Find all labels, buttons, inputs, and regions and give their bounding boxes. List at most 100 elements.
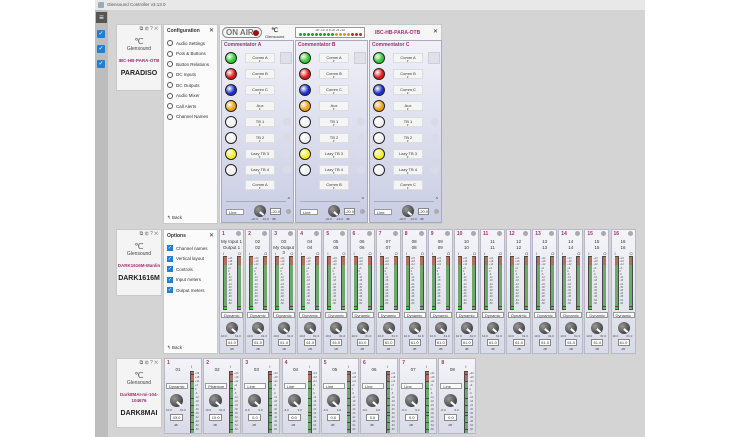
gear-icon[interactable]: [523, 231, 528, 236]
config-item[interactable]: Audio Settings: [167, 38, 214, 49]
config-item[interactable]: Pots & Buttons: [167, 49, 214, 60]
mode-select[interactable]: Phantom: [205, 383, 227, 389]
channel-name[interactable]: 05: [322, 367, 348, 372]
key-label-dropdown[interactable]: Lazy TB 4: [245, 165, 275, 175]
radio-button[interactable]: [167, 61, 173, 67]
gear-icon[interactable]: [497, 231, 502, 236]
input-name[interactable]: 11: [481, 239, 504, 244]
mode-select[interactable]: Line: [401, 383, 423, 389]
gear-icon[interactable]: [288, 231, 293, 236]
key-button[interactable]: [299, 84, 311, 96]
gear-icon[interactable]: [393, 231, 398, 236]
input-name[interactable]: 16: [612, 239, 635, 244]
option-item[interactable]: ✓Controls: [167, 264, 214, 275]
config-item[interactable]: Channel Names: [167, 112, 214, 123]
mode-select[interactable]: Dynamic: [430, 312, 452, 318]
gear-icon[interactable]: [367, 231, 372, 236]
channel-name[interactable]: 02: [204, 367, 230, 372]
key-button[interactable]: [373, 100, 385, 112]
key-button[interactable]: [225, 148, 237, 160]
input-name[interactable]: 02: [246, 239, 269, 244]
key-label-dropdown[interactable]: TB 1: [319, 117, 349, 127]
radio-button[interactable]: [167, 103, 173, 109]
output-name[interactable]: 15: [585, 245, 608, 250]
output-name[interactable]: 13: [533, 245, 556, 250]
gain-knob[interactable]: [254, 205, 266, 217]
close-icon[interactable]: ✕: [209, 27, 214, 34]
output-name[interactable]: 12: [507, 245, 530, 250]
checkbox[interactable]: ✓: [167, 266, 173, 272]
key-button[interactable]: [373, 148, 385, 160]
key-square-button[interactable]: [354, 52, 366, 64]
key-label-dropdown[interactable]: TB 2: [245, 133, 275, 143]
on-air-button[interactable]: ON AIR: [222, 27, 262, 38]
device-checkbox-1[interactable]: ✓: [97, 30, 105, 38]
key-label-dropdown[interactable]: Comm A: [393, 53, 423, 63]
gain-knob[interactable]: [513, 322, 525, 334]
config-item[interactable]: Call Alerts: [167, 101, 214, 112]
bottom-key[interactable]: Comm B: [319, 180, 349, 190]
mode-select[interactable]: Line: [440, 383, 462, 389]
bottom-key[interactable]: Comm C: [393, 180, 423, 190]
gain-knob[interactable]: [304, 322, 316, 334]
key-label-dropdown[interactable]: Comm B: [393, 69, 423, 79]
gain-knob[interactable]: [409, 322, 421, 334]
gain-knob[interactable]: [278, 322, 290, 334]
gain-knob[interactable]: [248, 394, 261, 407]
input-name[interactable]: 09: [429, 239, 452, 244]
gear-icon[interactable]: [262, 231, 267, 236]
gain-knob[interactable]: [328, 205, 340, 217]
output-name[interactable]: 06: [351, 245, 374, 250]
gain-knob[interactable]: [366, 394, 379, 407]
key-button[interactable]: [299, 132, 311, 144]
source-select[interactable]: Line: [300, 209, 318, 215]
key-label-dropdown[interactable]: TB 1: [245, 117, 275, 127]
option-item[interactable]: ✓Vertical layout: [167, 254, 214, 265]
gain-knob[interactable]: [170, 394, 183, 407]
gain-knob[interactable]: [539, 322, 551, 334]
key-button[interactable]: [299, 164, 311, 176]
option-item[interactable]: ✓Channel names: [167, 243, 214, 254]
mode-select[interactable]: Dynamic: [508, 312, 530, 318]
mode-select[interactable]: Dynamic: [166, 383, 188, 389]
gain-knob[interactable]: [209, 394, 222, 407]
gain-knob[interactable]: [435, 322, 447, 334]
key-label-dropdown[interactable]: Lazy TB 4: [319, 165, 349, 175]
gain-knob[interactable]: [288, 394, 301, 407]
key-button[interactable]: [373, 164, 385, 176]
device-card-dark8mai[interactable]: ⧉ ⚙ ? ✕ ℃Glensound Dark8MAI-mi-104-10467…: [116, 358, 162, 428]
checkbox[interactable]: ✓: [167, 256, 173, 262]
input-name[interactable]: 14: [559, 239, 582, 244]
gain-knob[interactable]: [405, 394, 418, 407]
source-select[interactable]: Line: [374, 209, 392, 215]
input-name[interactable]: 12: [507, 239, 530, 244]
gear-icon[interactable]: [471, 231, 476, 236]
hamburger-icon[interactable]: ≡: [96, 12, 107, 23]
card-tools[interactable]: ⧉ ⚙ ? ✕: [117, 359, 161, 368]
config-item[interactable]: DC Inputs: [167, 70, 214, 81]
gain-knob[interactable]: [357, 322, 369, 334]
gear-icon[interactable]: [601, 231, 606, 236]
bottom-key[interactable]: Comm A: [245, 180, 275, 190]
gear-icon[interactable]: [445, 231, 450, 236]
output-name[interactable]: 07: [377, 245, 400, 250]
key-label-dropdown[interactable]: Comm C: [319, 85, 349, 95]
mode-select[interactable]: Dynamic: [404, 312, 426, 318]
channel-name[interactable]: 01: [165, 367, 191, 372]
card-tools[interactable]: ⧉ ⚙ ? ✕: [117, 25, 161, 34]
gear-icon[interactable]: [419, 231, 424, 236]
key-label-dropdown[interactable]: TB 2: [393, 133, 423, 143]
key-label-dropdown[interactable]: Lazy TB 3: [393, 149, 423, 159]
radio-button[interactable]: [167, 93, 173, 99]
key-button[interactable]: [225, 164, 237, 176]
key-label-dropdown[interactable]: Lazy TB 3: [245, 149, 275, 159]
config-item[interactable]: Audio Mixer: [167, 91, 214, 102]
output-name[interactable]: 16: [612, 245, 635, 250]
output-name[interactable]: 14: [559, 245, 582, 250]
device-card-dark1616m[interactable]: ⧉ ⚙ ? ✕ ℃Glensound DARK1616M-Manlin DARK…: [116, 229, 162, 296]
checkbox[interactable]: ✓: [167, 245, 173, 251]
gain-knob[interactable]: [383, 322, 395, 334]
key-label-dropdown[interactable]: Lazy TB 3: [319, 149, 349, 159]
mode-select[interactable]: Dynamic: [482, 312, 504, 318]
key-button[interactable]: [373, 84, 385, 96]
